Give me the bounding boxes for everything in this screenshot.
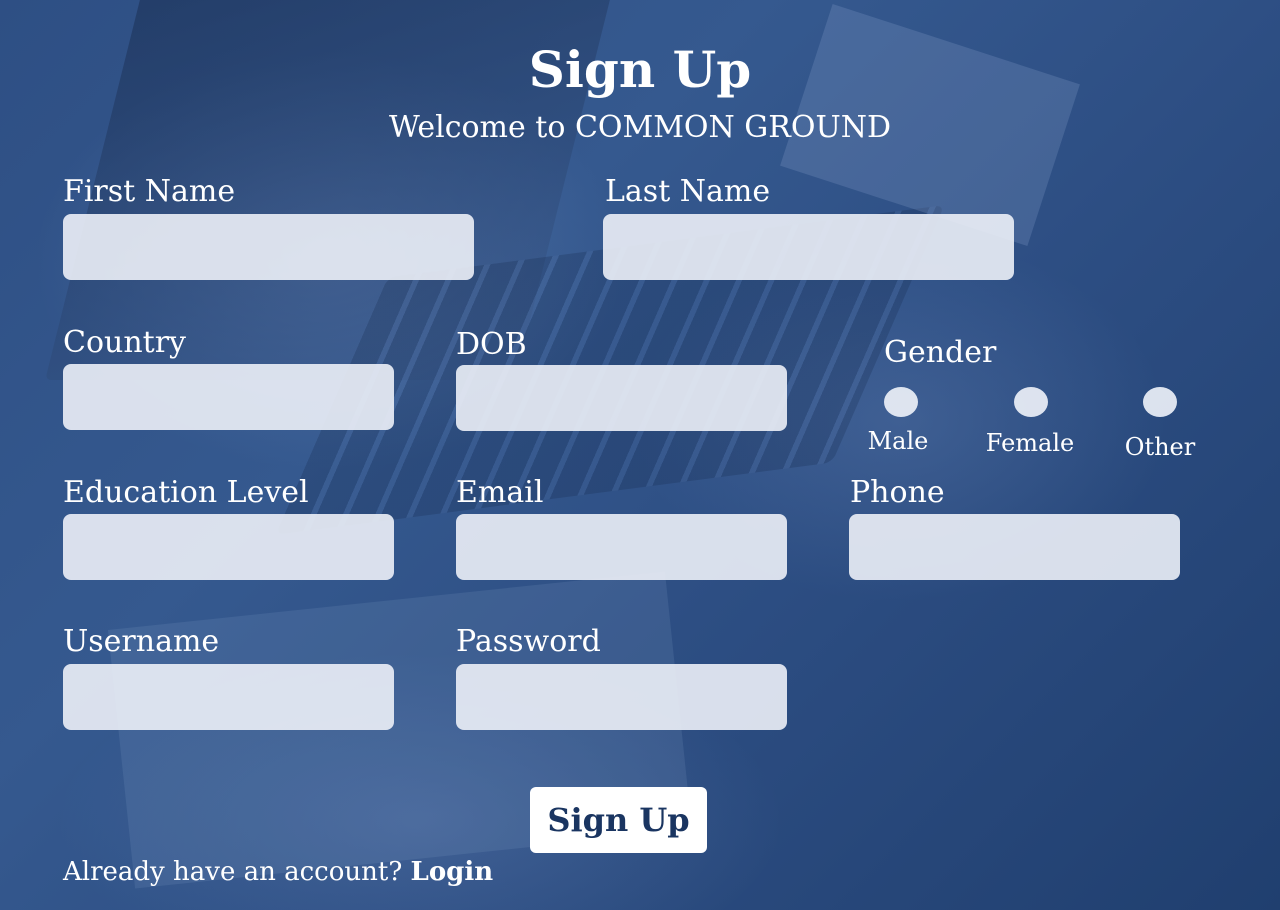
country-input[interactable]: [63, 364, 394, 430]
country-label: Country: [63, 325, 187, 360]
last-name-label: Last Name: [605, 174, 771, 209]
dob-input[interactable]: [456, 365, 787, 431]
gender-option-female-label: Female: [985, 429, 1075, 457]
gender-radio-female[interactable]: [1014, 387, 1048, 417]
gender-option-male-label: Male: [867, 427, 929, 455]
login-prompt-text: Already have an account?: [63, 857, 403, 887]
education-level-input[interactable]: [63, 514, 394, 580]
gender-option-other-label: Other: [1124, 433, 1196, 461]
password-input[interactable]: [456, 664, 787, 730]
education-level-label: Education Level: [63, 475, 309, 510]
password-label: Password: [456, 624, 601, 659]
first-name-label: First Name: [63, 174, 236, 209]
email-input[interactable]: [456, 514, 787, 580]
gender-radio-other[interactable]: [1143, 387, 1177, 417]
phone-input[interactable]: [849, 514, 1180, 580]
email-label: Email: [456, 475, 544, 510]
last-name-input[interactable]: [603, 214, 1014, 280]
login-prompt: Already have an account? Login: [63, 854, 493, 890]
gender-radio-male[interactable]: [884, 387, 918, 417]
username-label: Username: [63, 624, 220, 659]
sign-up-button[interactable]: Sign Up: [530, 787, 707, 853]
login-link[interactable]: Login: [411, 857, 494, 887]
first-name-input[interactable]: [63, 214, 474, 280]
page-title: Sign Up: [528, 40, 752, 99]
dob-label: DOB: [456, 327, 527, 362]
gender-label: Gender: [884, 335, 997, 370]
username-input[interactable]: [63, 664, 394, 730]
page-subtitle: Welcome to COMMON GROUND: [388, 110, 892, 145]
phone-label: Phone: [850, 475, 945, 510]
